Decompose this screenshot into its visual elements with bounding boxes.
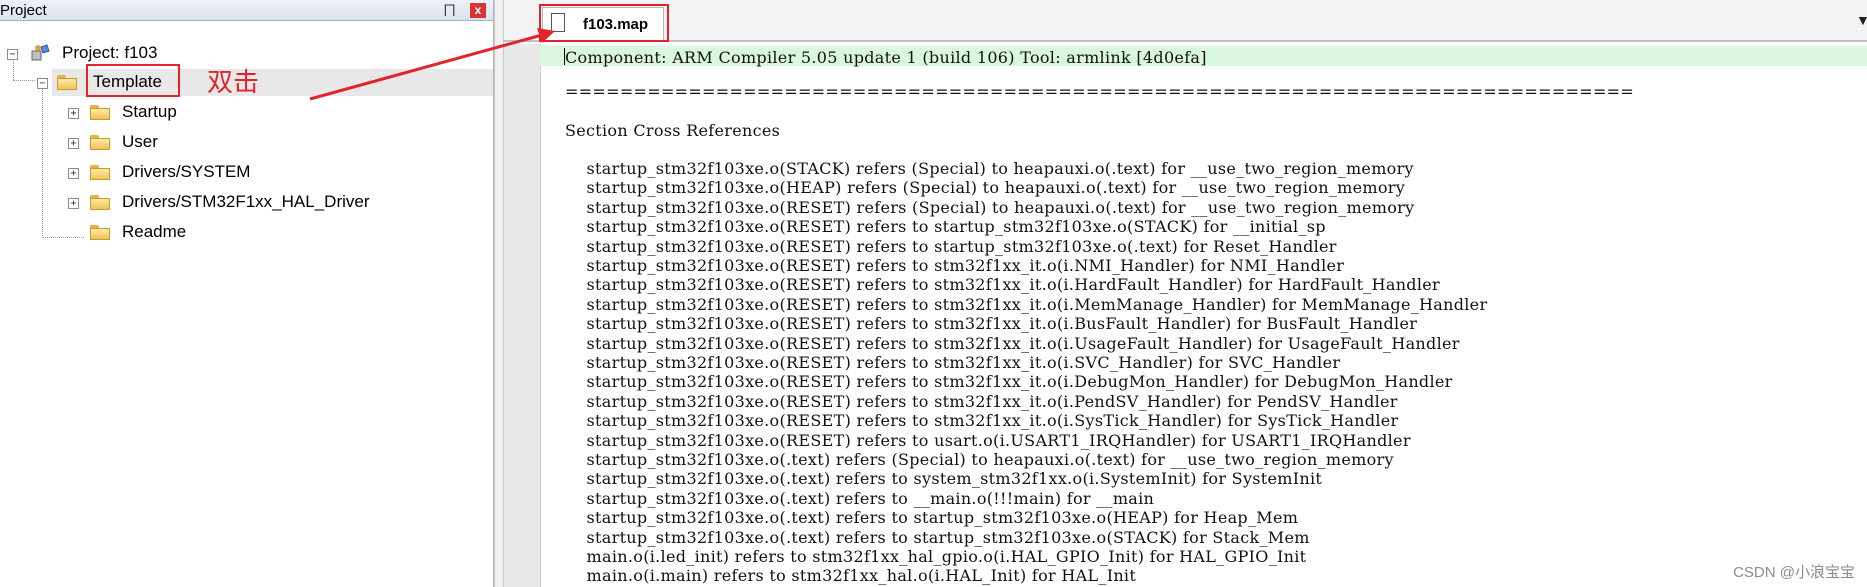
expand-icon[interactable]: + (68, 198, 79, 209)
expand-icon[interactable]: + (68, 108, 79, 119)
code-line: startup_stm32f103xe.o(RESET) refers (Spe… (565, 197, 1415, 217)
code-line: startup_stm32f103xe.o(.text) refers (Spe… (565, 450, 1394, 469)
code-line: startup_stm32f103xe.o(RESET) refers to s… (565, 236, 1337, 256)
editor-tabbar: f103.map ▼ (504, 0, 1867, 42)
tab-list-dropdown-icon[interactable]: ▼ (1856, 12, 1867, 28)
collapse-icon[interactable]: − (7, 49, 18, 60)
code-line: startup_stm32f103xe.o(STACK) refers (Spe… (565, 159, 1414, 178)
folder-icon (90, 165, 110, 180)
project-titlebar: Project ⨅ x (0, 0, 493, 21)
panel-title: Project (0, 2, 47, 19)
group-label: User (122, 132, 158, 151)
close-panel-button[interactable]: x (470, 3, 486, 18)
code-line: startup_stm32f103xe.o(RESET) refers to s… (565, 333, 1460, 353)
highlight-box-template (86, 64, 180, 97)
code-line: Section Cross References (565, 121, 781, 140)
code-line: startup_stm32f103xe.o(.text) refers to s… (565, 469, 1323, 489)
code-line: startup_stm32f103xe.o(.text) refers to s… (565, 527, 1310, 547)
code-line: Component: ARM Compiler 5.05 update 1 (b… (565, 48, 1207, 67)
panel-splitter[interactable] (494, 0, 504, 587)
expand-icon[interactable]: + (68, 168, 79, 179)
code-line: startup_stm32f103xe.o(RESET) refers to s… (565, 217, 1326, 237)
code-line: startup_stm32f103xe.o(RESET) refers to s… (565, 275, 1440, 295)
folder-icon (90, 135, 110, 150)
folder-icon (90, 225, 110, 240)
watermark: CSDN @小浪宝宝 (1733, 564, 1855, 581)
code-line: ========================================… (565, 82, 1635, 101)
code-line: startup_stm32f103xe.o(RESET) refers to s… (565, 294, 1488, 314)
tree-line (13, 58, 14, 80)
tree-line (42, 88, 43, 238)
code-text-area[interactable]: Component: ARM Compiler 5.05 update 1 (b… (540, 44, 1867, 587)
tree-line (13, 80, 35, 81)
group-label: Drivers/SYSTEM (122, 162, 251, 181)
code-line: main.o(i.led_init) refers to stm32f1xx_h… (565, 547, 1307, 566)
code-line: startup_stm32f103xe.o(.text) refers to _… (565, 488, 1155, 508)
collapse-icon[interactable]: − (37, 78, 48, 89)
group-label: Readme (122, 222, 187, 241)
code-line: startup_stm32f103xe.o(RESET) refers to s… (565, 411, 1399, 431)
code-line: startup_stm32f103xe.o(.text) refers to s… (565, 508, 1299, 528)
group-label: Drivers/STM32F1xx_HAL_Driver (122, 192, 370, 211)
code-line: startup_stm32f103xe.o(RESET) refers to s… (565, 314, 1418, 334)
project-root-label: Project: f103 (62, 43, 158, 62)
code-line: startup_stm32f103xe.o(RESET) refers to s… (565, 256, 1345, 275)
code-line: startup_stm32f103xe.o(HEAP) refers (Spec… (565, 178, 1406, 198)
code-line: startup_stm32f103xe.o(RESET) refers to s… (565, 372, 1453, 392)
code-line: startup_stm32f103xe.o(RESET) refers to s… (565, 391, 1398, 411)
pin-icon[interactable]: ⨅ (444, 2, 455, 19)
folder-icon (90, 105, 110, 120)
annotation-double-click: 双击 (207, 68, 260, 98)
code-line: main.o(i.main) refers to stm32f1xx_hal.o… (565, 566, 1137, 586)
expand-icon[interactable]: + (68, 138, 79, 149)
project-panel: Project ⨅ x − Project: f103 − Template 双… (0, 0, 494, 587)
editor-pane: f103.map ▼ Component: ARM Compiler 5.05 … (504, 0, 1867, 587)
tree-line (42, 237, 84, 238)
project-icon (31, 44, 50, 61)
editor-gutter (504, 44, 541, 587)
highlight-box-tab (539, 4, 669, 42)
folder-icon (90, 195, 110, 210)
folder-open-icon (57, 75, 77, 90)
code-line: startup_stm32f103xe.o(RESET) refers to u… (565, 430, 1411, 450)
code-line: startup_stm32f103xe.o(RESET) refers to s… (565, 353, 1341, 372)
group-label: Startup (122, 102, 177, 121)
